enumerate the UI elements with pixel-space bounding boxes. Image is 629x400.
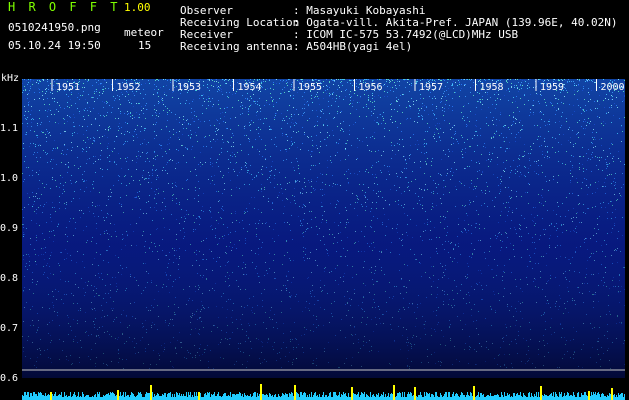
filename-label: 0510241950.png (8, 21, 101, 34)
time-label: 2000 (601, 82, 625, 93)
time-label: 1959 (540, 82, 564, 93)
time-label: 1952 (117, 82, 141, 93)
y-tick-label: 0.9 (0, 223, 19, 234)
y-axis-label: kHz (1, 73, 20, 84)
time-label: 1954 (238, 82, 262, 93)
app-version: 1.00 (124, 1, 151, 14)
time-label: 1957 (419, 82, 443, 93)
time-label: 1955 (298, 82, 322, 93)
time-label: 1956 (359, 82, 383, 93)
time-label: 1951 (56, 82, 80, 93)
meteor-label: meteor (124, 26, 164, 39)
y-tick-label: 1.0 (0, 173, 19, 184)
y-tick-label: 0.8 (0, 273, 19, 284)
spectrogram-gradient (22, 79, 625, 378)
y-tick-label: 0.7 (0, 323, 19, 334)
spectrogram-canvas: 1951 1952 1953 1954 1955 1956 1957 1958 1959 2000 (22, 79, 625, 378)
time-label: 1953 (177, 82, 201, 93)
spectrogram: 1951 1952 1953 1954 1955 1956 1957 1958 1959 2000 (22, 79, 625, 378)
info-antenna-label: Receiving antenna (180, 40, 293, 53)
signal-strip (22, 384, 625, 400)
y-tick-label: 1.1 (0, 123, 19, 134)
time-label: 1958 (480, 82, 504, 93)
datetime-label: 05.10.24 19:50 (8, 39, 101, 52)
info-antenna-value: : A504HB(yagi 4el) (293, 40, 413, 53)
app-title: H R O F F T (8, 0, 121, 14)
y-tick-label: 0.6 (0, 373, 19, 384)
meteor-count: 15 (138, 39, 152, 52)
